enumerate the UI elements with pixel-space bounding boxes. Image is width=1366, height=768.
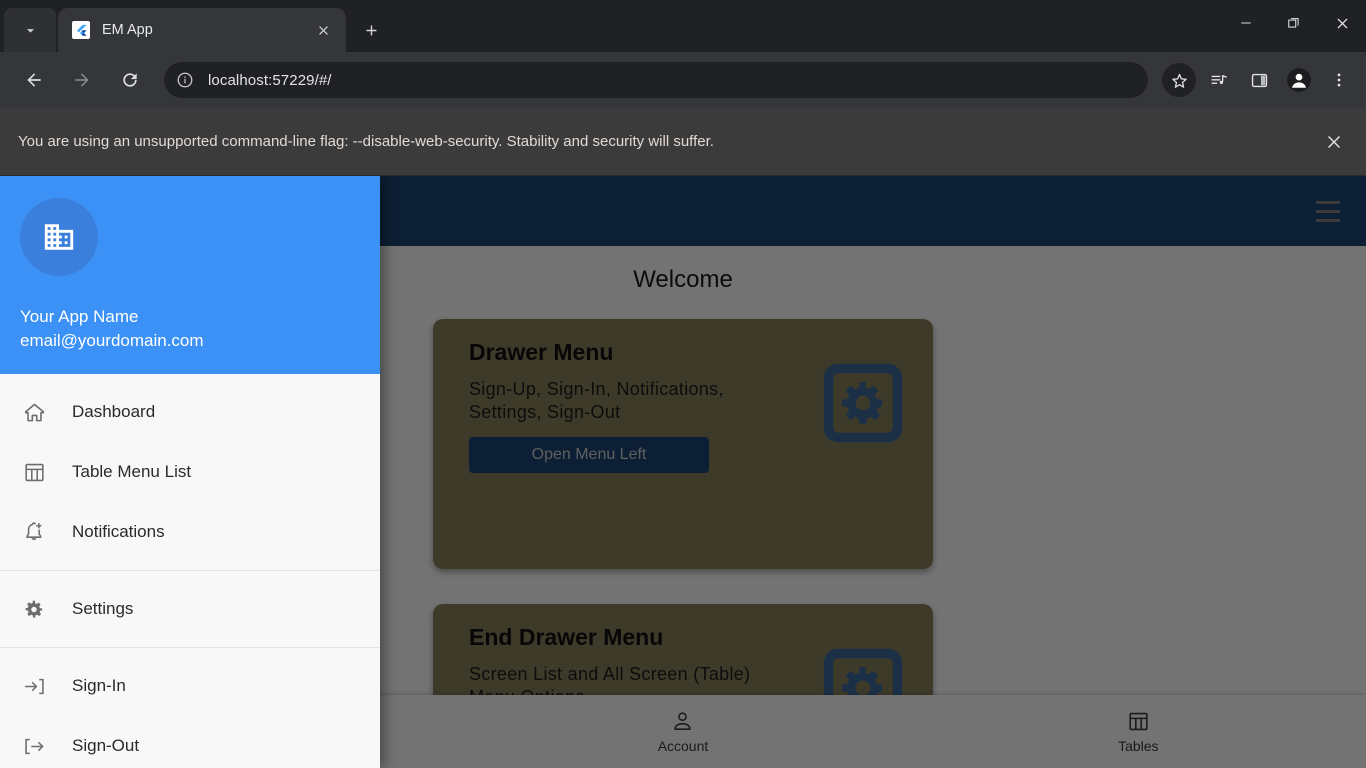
sidebar-item-dashboard[interactable]: Dashboard bbox=[0, 382, 380, 442]
table-outline-icon bbox=[22, 460, 62, 485]
sidebar-item-label: Sign-In bbox=[72, 676, 126, 695]
close-button[interactable] bbox=[1318, 0, 1366, 46]
card-title: End Drawer Menu bbox=[469, 624, 664, 650]
infobar-close-icon[interactable] bbox=[1318, 126, 1350, 158]
tab-close-icon[interactable] bbox=[310, 17, 336, 43]
home-outline-icon bbox=[22, 400, 62, 425]
chevron-down-icon bbox=[26, 28, 34, 33]
url-text: localhost:57229/#/ bbox=[208, 71, 332, 89]
bookmark-button[interactable] bbox=[1162, 63, 1196, 97]
address-bar[interactable]: localhost:57229/#/ bbox=[164, 62, 1148, 98]
tab-title: EM App bbox=[102, 22, 153, 38]
profile-button[interactable] bbox=[1282, 63, 1316, 97]
browser-toolbar: localhost:57229/#/ bbox=[0, 52, 1366, 108]
card-drawer-menu: Drawer Menu Sign-Up, Sign-In, Notificati… bbox=[433, 319, 933, 569]
forward-button[interactable] bbox=[65, 63, 99, 97]
three-dot-menu-icon bbox=[1337, 73, 1341, 87]
side-panel-button[interactable] bbox=[1242, 63, 1276, 97]
card-title: Drawer Menu bbox=[469, 339, 614, 365]
table-outline-icon bbox=[1129, 712, 1148, 731]
avatar[interactable] bbox=[20, 198, 98, 276]
sidebar-item-notifications[interactable]: Notifications bbox=[0, 502, 380, 562]
window-controls bbox=[1222, 0, 1366, 46]
browser-tab[interactable]: EM App bbox=[58, 8, 346, 52]
drawer-divider bbox=[0, 647, 380, 648]
sidebar-item-label: Table Menu List bbox=[72, 462, 192, 481]
drawer-app-name: Your App Name bbox=[20, 306, 139, 326]
card-subtitle: Sign-Up, Sign-In, Notifications, Setting… bbox=[469, 379, 724, 422]
page-viewport: Welcome Drawer Menu Sign-Up, Sign-In, No… bbox=[0, 176, 1366, 768]
person-outline-icon bbox=[674, 712, 692, 730]
plus-icon bbox=[366, 25, 376, 35]
sidebar-item-sign-in[interactable]: Sign-In bbox=[0, 656, 380, 716]
media-control-button[interactable] bbox=[1202, 63, 1236, 97]
drawer-email: email@yourdomain.com bbox=[20, 331, 204, 351]
building-domain-icon bbox=[44, 224, 74, 250]
open-menu-left-button[interactable]: Open Menu Left bbox=[469, 437, 709, 473]
tab-search-button[interactable] bbox=[4, 8, 56, 52]
minimize-button[interactable] bbox=[1222, 0, 1270, 46]
sign-out-arrow-icon bbox=[22, 734, 62, 759]
gear-filled-icon bbox=[22, 597, 62, 622]
forward-icon bbox=[75, 73, 89, 87]
bottom-nav-account[interactable]: Account bbox=[455, 709, 910, 754]
restore-icon bbox=[1288, 18, 1299, 28]
sidebar-item-label: Notifications bbox=[72, 522, 165, 541]
reload-icon bbox=[123, 73, 137, 87]
bottom-nav-tables[interactable]: Tables bbox=[911, 709, 1366, 754]
navigation-drawer: Your App Name email@yourdomain.com Dashb… bbox=[0, 176, 380, 768]
settings-applications-icon bbox=[793, 339, 933, 473]
bottom-nav-label: Tables bbox=[1118, 738, 1159, 754]
bottom-nav-label: Account bbox=[657, 738, 709, 754]
profile-avatar-icon bbox=[1287, 68, 1311, 92]
media-playlist-icon bbox=[1211, 74, 1227, 84]
browser-menu-button[interactable] bbox=[1322, 63, 1356, 97]
back-button[interactable] bbox=[17, 63, 51, 97]
tab-strip: EM App bbox=[0, 0, 1366, 52]
sidebar-item-label: Settings bbox=[72, 599, 134, 618]
infobar-message: You are using an unsupported command-lin… bbox=[18, 133, 714, 150]
sidebar-item-table-menu-list[interactable]: Table Menu List bbox=[0, 442, 380, 502]
back-icon bbox=[27, 73, 41, 87]
close-icon bbox=[1337, 18, 1347, 28]
sidebar-item-label: Sign-Out bbox=[72, 736, 140, 755]
site-information-icon[interactable] bbox=[176, 71, 194, 89]
reload-button[interactable] bbox=[113, 63, 147, 97]
drawer-divider bbox=[0, 570, 380, 571]
infobar: You are using an unsupported command-lin… bbox=[0, 108, 1366, 176]
sidebar-item-settings[interactable]: Settings bbox=[0, 579, 380, 639]
sign-in-arrow-icon bbox=[22, 674, 62, 699]
sidebar-item-sign-out[interactable]: Sign-Out bbox=[0, 716, 380, 768]
new-tab-button[interactable] bbox=[354, 13, 388, 47]
restore-button[interactable] bbox=[1270, 0, 1318, 46]
drawer-menu-list: Dashboard Table Menu List Notifications … bbox=[0, 374, 380, 768]
flutter-logo-icon bbox=[72, 21, 90, 39]
browser-window: EM App localhost:57229/#/ You are using … bbox=[0, 0, 1366, 768]
sidebar-item-label: Dashboard bbox=[72, 402, 156, 421]
bell-plus-icon bbox=[22, 520, 62, 545]
hamburger-menu-icon[interactable] bbox=[1306, 189, 1350, 233]
side-panel-icon bbox=[1251, 73, 1267, 87]
minimize-icon bbox=[1241, 22, 1251, 24]
bookmark-star-icon bbox=[1171, 73, 1187, 88]
drawer-header: Your App Name email@yourdomain.com bbox=[0, 176, 380, 374]
